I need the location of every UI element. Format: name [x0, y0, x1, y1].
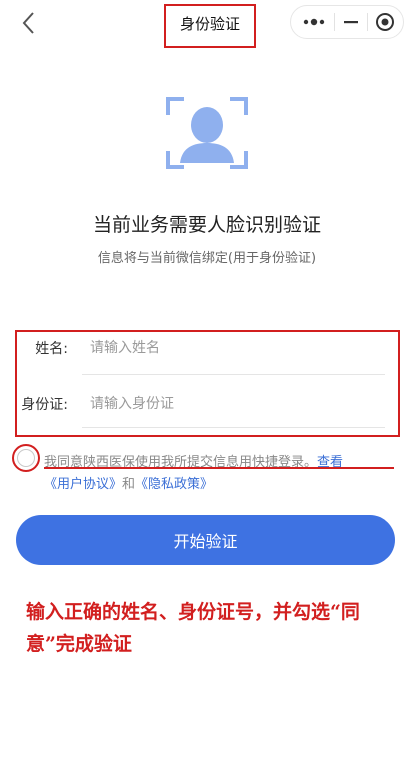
minimize-icon [344, 21, 358, 24]
id-label: 身份证: [21, 397, 68, 413]
page-title: 身份验证 [179, 15, 240, 33]
instruction-annotation: 输入正确的姓名、身份证号，并勾选“同意”完成验证 [26, 601, 360, 655]
verification-headline: 当前业务需要人脸识别验证 [92, 214, 321, 236]
agree-radio[interactable] [17, 449, 35, 467]
divider [82, 427, 385, 428]
agreement-links: 《用户协议》和《隐私政策》 [44, 473, 394, 492]
capsule-divider [334, 13, 335, 31]
user-agreement-link[interactable]: 《用户协议》 [44, 477, 122, 492]
divider [82, 374, 385, 375]
name-input[interactable] [90, 336, 380, 360]
start-verification-button[interactable]: 开始验证 [16, 515, 395, 565]
id-number-input[interactable] [90, 392, 380, 416]
close-miniprogram-button[interactable] [374, 11, 396, 33]
privacy-policy-link[interactable]: 《隐私政策》 [135, 477, 213, 492]
back-button[interactable] [14, 8, 44, 38]
name-label: 姓名: [35, 341, 68, 357]
agreement-highlight-underline [44, 467, 394, 469]
face-scan-icon [166, 97, 248, 169]
record-circle-icon [376, 13, 394, 31]
minimize-button[interactable] [341, 12, 361, 32]
chevron-left-icon [22, 12, 34, 34]
verification-subline: 信息将与当前微信绑定(用于身份验证) [97, 251, 317, 266]
more-button[interactable] [301, 12, 327, 32]
and-text: 和 [122, 477, 136, 492]
more-dots-icon [303, 18, 325, 26]
capsule-divider [367, 13, 368, 31]
